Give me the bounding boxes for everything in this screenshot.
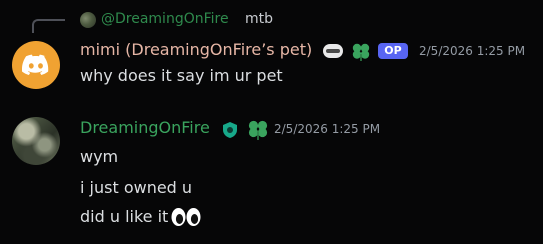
shield-badge-icon	[223, 122, 237, 138]
message-text: wym	[80, 147, 119, 166]
reply-author-mention[interactable]: @DreamingOnFire	[101, 11, 229, 27]
reply-author-avatar[interactable]	[80, 12, 96, 28]
clover-badge-icon	[352, 43, 370, 61]
message-author-name[interactable]: mimi (DreamingOnFire’s pet)	[80, 40, 312, 59]
clover-badge-icon	[248, 120, 268, 140]
message-text: i just owned u	[80, 178, 193, 197]
reply-connector-line	[32, 19, 65, 33]
op-badge: OP	[378, 43, 408, 59]
pill-badge-icon	[323, 44, 343, 58]
message-timestamp[interactable]: 2/5/2026 1:25 PM	[274, 122, 380, 136]
message-text: why does it say im ur pet	[80, 66, 283, 85]
message-text: did u like it	[80, 207, 169, 226]
discord-logo-icon[interactable]	[12, 41, 60, 89]
reply-preview-text[interactable]: mtb	[245, 11, 273, 27]
eyes-emoji-icon[interactable]	[170, 207, 202, 227]
message-timestamp[interactable]: 2/5/2026 1:25 PM	[419, 44, 525, 58]
avatar[interactable]	[12, 117, 60, 165]
message-author-name[interactable]: DreamingOnFire	[80, 118, 210, 137]
